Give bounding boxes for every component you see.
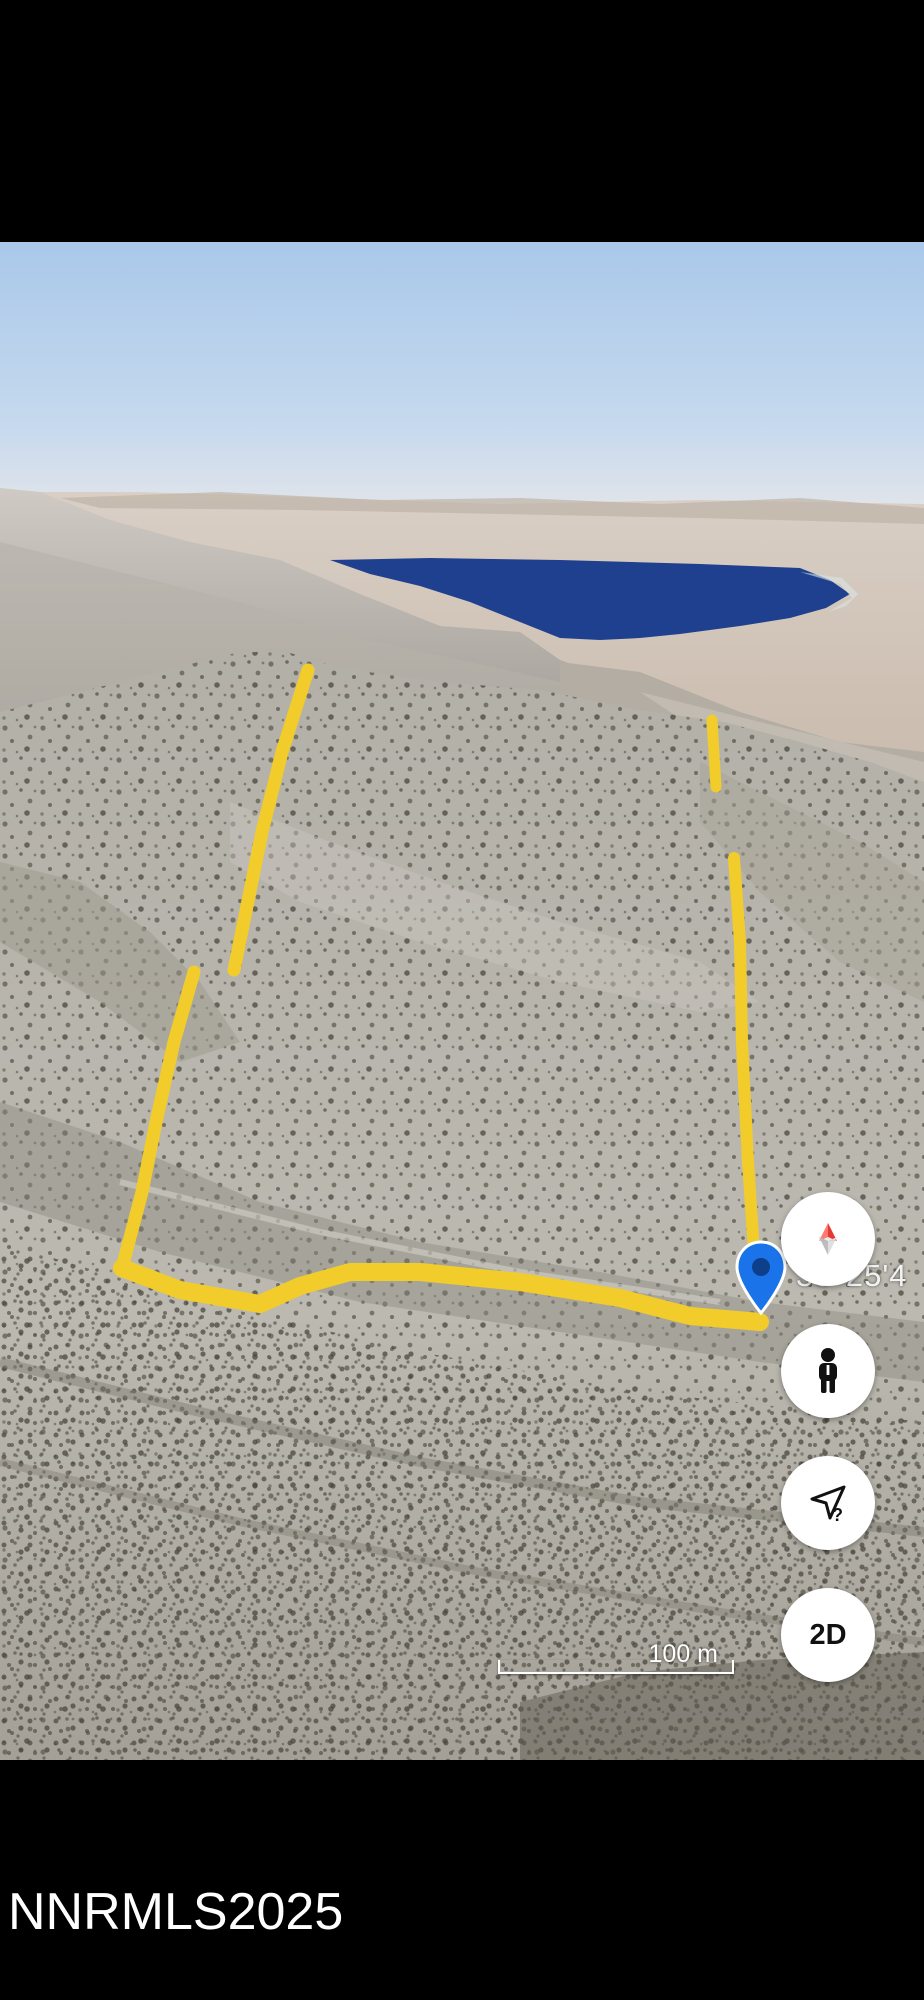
location-pin-icon[interactable] bbox=[734, 1240, 788, 1316]
compass-button[interactable] bbox=[781, 1192, 875, 1286]
bottom-black-bar bbox=[0, 1760, 924, 2000]
navigation-help-button[interactable]: ? bbox=[781, 1456, 875, 1550]
top-black-bar bbox=[0, 0, 924, 242]
pegman-icon bbox=[819, 1348, 837, 1393]
view-2d-label: 2D bbox=[809, 1618, 847, 1651]
street-view-button[interactable] bbox=[781, 1324, 875, 1418]
compass-icon bbox=[819, 1223, 837, 1255]
scale-line bbox=[498, 1660, 734, 1674]
navigate-help-icon: ? bbox=[810, 1485, 846, 1525]
scale-bar: 100 m bbox=[498, 1640, 734, 1674]
terrain-3d-view bbox=[0, 242, 924, 1760]
svg-text:?: ? bbox=[832, 1505, 843, 1525]
view-2d-toggle[interactable]: 2D bbox=[781, 1588, 875, 1682]
map-view[interactable]: 38°25'4 ? 2D 100 m bbox=[0, 242, 924, 1760]
watermark-text: NNRMLS2025 bbox=[8, 1883, 344, 1941]
